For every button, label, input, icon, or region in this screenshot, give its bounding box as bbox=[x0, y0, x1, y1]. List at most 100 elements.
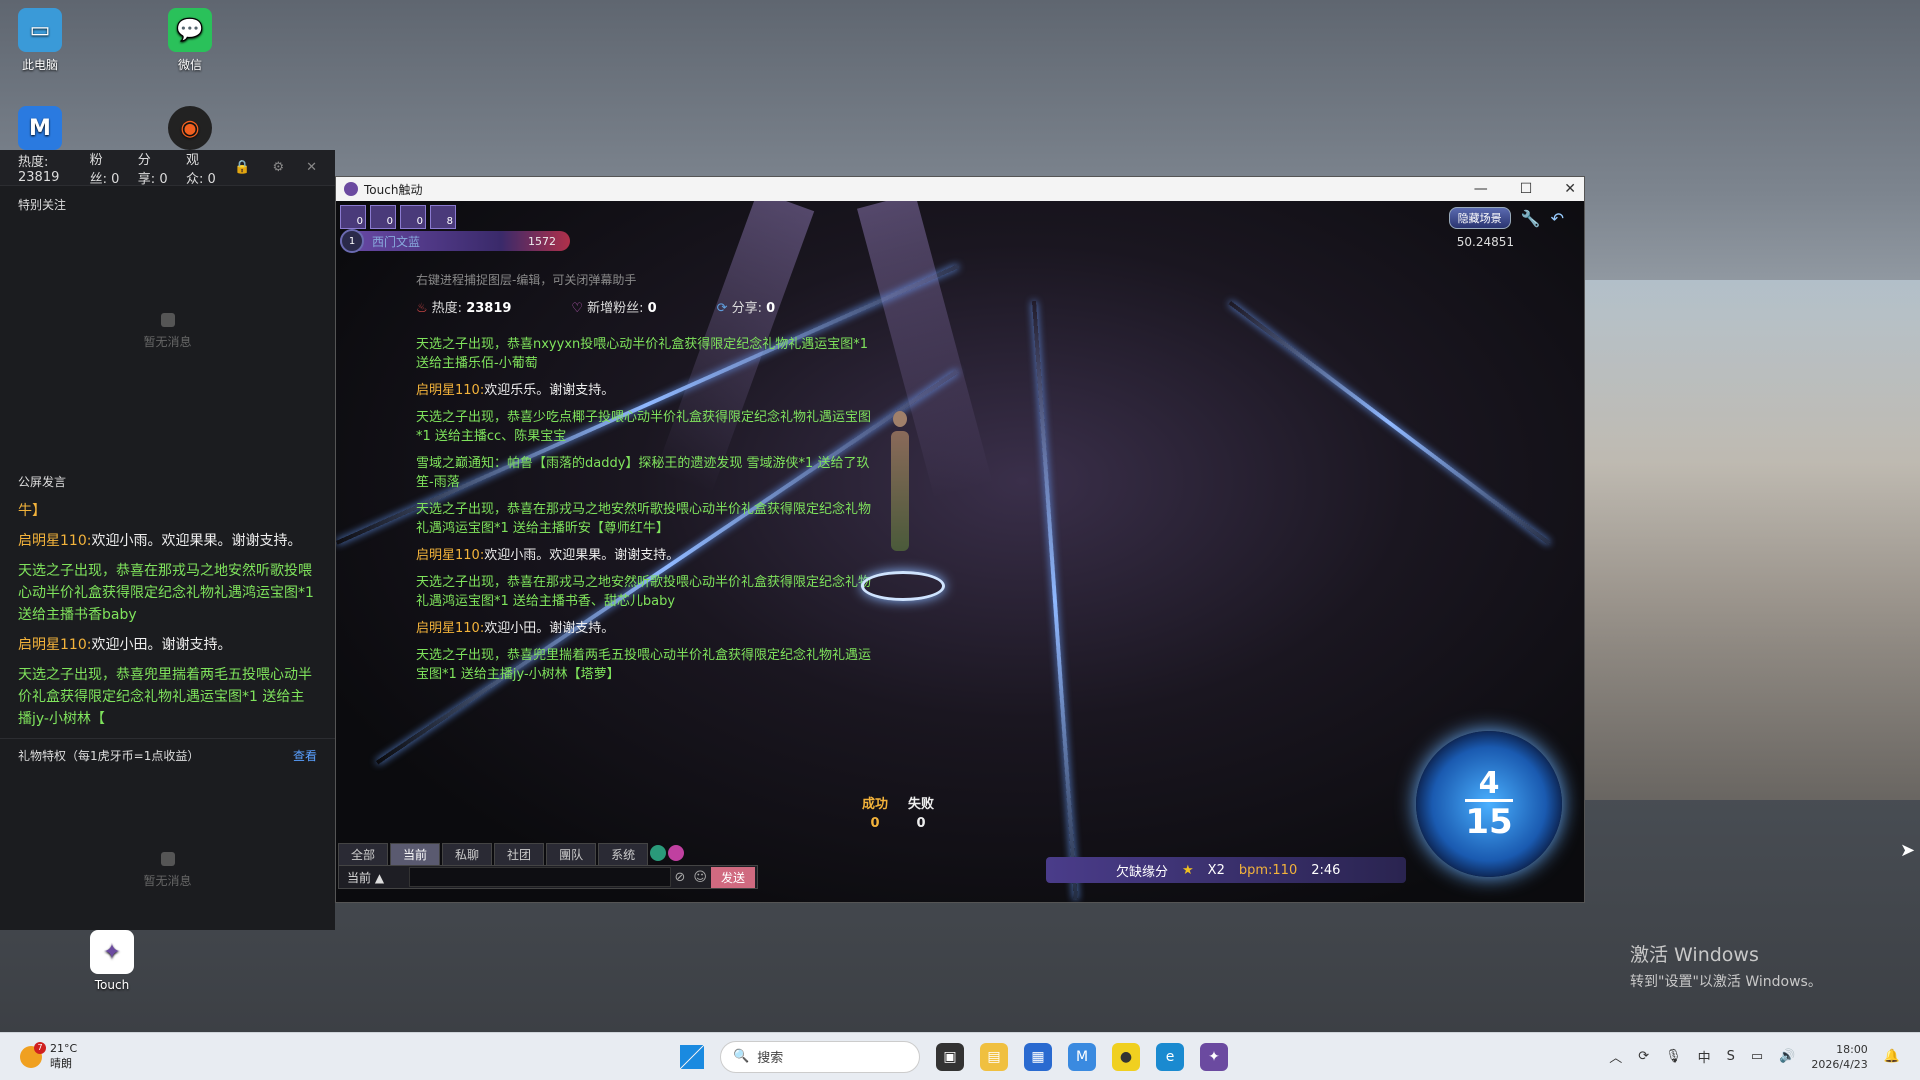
network-icon[interactable]: ▭ bbox=[1751, 1049, 1763, 1064]
wrench-icon[interactable]: 🔧 bbox=[1521, 209, 1541, 228]
weather-widget[interactable]: 7 21°C 晴朗 bbox=[20, 1041, 77, 1071]
window-titlebar[interactable]: Touch触动 — ☐ ✕ bbox=[336, 177, 1584, 201]
player-score: 1572 bbox=[528, 234, 556, 248]
minimize-icon[interactable]: — bbox=[1474, 181, 1488, 197]
emoji-green-icon[interactable] bbox=[650, 845, 667, 861]
heat-label: 热度: bbox=[18, 154, 49, 170]
edge-icon[interactable]: e bbox=[1156, 1042, 1184, 1071]
task-view-icon[interactable]: ▣ bbox=[936, 1042, 964, 1071]
tab-system[interactable]: 系统 bbox=[598, 843, 649, 866]
lock-icon[interactable]: 🔒 bbox=[234, 160, 250, 175]
chat-message: 启明星110:欢迎小田。谢谢支持。 bbox=[416, 619, 876, 638]
song-info-bar: 欠缺缘分 ★ X2 bpm:110 2:46 bbox=[1046, 857, 1406, 883]
stage-top-right-controls: 隐藏场景 🔧 ↶ bbox=[1448, 207, 1564, 229]
chat-sender: 启明星110: bbox=[416, 548, 485, 563]
desktop-icon-wechat[interactable]: 💬 微信 bbox=[150, 8, 230, 73]
tab-current[interactable]: 当前 bbox=[390, 843, 441, 866]
star-icon: ★ bbox=[1182, 862, 1194, 878]
viewers-value: 0 bbox=[207, 171, 216, 187]
taskbar: 7 21°C 晴朗 🔍 搜索 ▣ ▤ ▦ M ● e ✦ ︿ ⟳ 🎙 中 S ▭… bbox=[0, 1032, 1920, 1080]
taskbar-apps: 🔍 搜索 ▣ ▤ ▦ M ● e ✦ bbox=[680, 1040, 1228, 1073]
app-yellow-icon[interactable]: ● bbox=[1112, 1042, 1140, 1071]
empty-text: 暂无消息 bbox=[143, 335, 192, 349]
chat-scope-select[interactable]: 当前 ▲ bbox=[339, 869, 409, 886]
close-icon[interactable]: ✕ bbox=[1564, 181, 1576, 197]
chat-message: 天选之子出现，恭喜少吃点椰子投喂心动半价礼盒获得限定纪念礼物礼遇运宝图*1 送给… bbox=[416, 410, 872, 444]
success-label: 成功 bbox=[862, 797, 889, 812]
chat-text: 欢迎小雨。欢迎果果。谢谢支持。 bbox=[91, 533, 302, 549]
store-icon[interactable]: ▦ bbox=[1024, 1042, 1052, 1071]
special-follow-title: 特别关注 bbox=[18, 198, 67, 212]
dancer-ring bbox=[861, 571, 945, 601]
chat-input[interactable] bbox=[409, 867, 671, 887]
chat-message: 雪域之巅通知：帕鲁【雨落的daddy】探秘王的遗迹发现 雪域游侠*1 送给了玖笙… bbox=[416, 456, 870, 490]
chat-text: 欢迎小雨。欢迎果果。谢谢支持。 bbox=[484, 548, 680, 563]
chat-message: 天选之子出现，恭喜在那戎马之地安然听歌投喂心动半价礼盒获得限定纪念礼物礼遇鸿运宝… bbox=[416, 502, 872, 536]
weather-text: 21°C 晴朗 bbox=[50, 1042, 77, 1071]
song-name: 欠缺缘分 bbox=[1116, 864, 1169, 880]
chat-sender: 启明星110: bbox=[416, 621, 485, 636]
tab-all[interactable]: 全部 bbox=[338, 843, 389, 866]
clock[interactable]: 18:00 2026/4/23 bbox=[1811, 1042, 1867, 1072]
special-follow-empty: 暂无消息 bbox=[0, 313, 335, 463]
song-time: 2:46 bbox=[1311, 862, 1341, 878]
emoji-pink-icon[interactable] bbox=[668, 845, 685, 861]
fans-value: 0 bbox=[111, 171, 120, 187]
back-icon[interactable]: ↶ bbox=[1551, 209, 1564, 228]
file-explorer-icon[interactable]: ▤ bbox=[980, 1042, 1008, 1071]
desktop-icon-app-m[interactable]: M bbox=[0, 106, 80, 154]
player-level: 1 bbox=[340, 229, 364, 253]
coordinate-readout: 50.24851 bbox=[1456, 235, 1514, 249]
hide-scene-button[interactable]: 隐藏场景 bbox=[1448, 207, 1511, 229]
overlay-chat: 天选之子出现，恭喜nxyyxn投喂心动半价礼盒获得限定纪念礼物礼遇运宝图*1 送… bbox=[416, 335, 876, 692]
desktop-icon-label: 此电脑 bbox=[21, 58, 58, 72]
search-icon: 🔍 bbox=[733, 1049, 750, 1064]
desktop-icon-label: Touch bbox=[94, 978, 130, 992]
chat-message: 天选之子出现，恭喜兜里揣着两毛五投喂心动半价礼盒获得限定纪念礼物礼遇运宝图*1 … bbox=[18, 667, 312, 727]
badge: 0 bbox=[400, 205, 426, 229]
heat-label: 热度: bbox=[431, 301, 463, 316]
badge: 0 bbox=[370, 205, 396, 229]
weather-badge: 7 bbox=[34, 1041, 46, 1054]
volume-icon[interactable]: 🔊 bbox=[1779, 1049, 1795, 1064]
tab-club[interactable]: 社团 bbox=[494, 843, 545, 866]
app-m-taskbar-icon[interactable]: M bbox=[1068, 1042, 1096, 1071]
close-icon[interactable]: ✕ bbox=[306, 160, 317, 175]
touch-taskbar-icon[interactable]: ✦ bbox=[1200, 1042, 1228, 1071]
desktop-icon-label: 微信 bbox=[177, 58, 202, 72]
gear-icon[interactable]: ⚙ bbox=[272, 160, 284, 175]
search-placeholder: 搜索 bbox=[757, 1051, 784, 1066]
desktop-icon-touch[interactable]: ✦ Touch bbox=[72, 930, 152, 992]
fans-stat: ♡ 新增粉丝: 0 bbox=[571, 297, 656, 316]
microphone-icon[interactable]: 🎙 bbox=[1665, 1049, 1682, 1064]
ime-icon[interactable]: 中 bbox=[1698, 1047, 1711, 1066]
badge: 8 bbox=[430, 205, 456, 229]
gift-view-link[interactable]: 查看 bbox=[293, 747, 317, 764]
song-bpm: bpm:110 bbox=[1238, 862, 1298, 878]
success-col: 成功 0 bbox=[862, 793, 888, 831]
app-m-icon: M bbox=[18, 106, 62, 150]
taskbar-search[interactable]: 🔍 搜索 bbox=[720, 1040, 920, 1073]
windows-start-icon[interactable] bbox=[680, 1044, 704, 1069]
chat-message: 启明星110:欢迎乐乐。谢谢支持。 bbox=[416, 381, 876, 400]
share-value: 0 bbox=[766, 301, 776, 316]
send-button[interactable]: 发送 bbox=[710, 866, 755, 888]
notification-icon[interactable]: 🔔 bbox=[1884, 1049, 1900, 1064]
maximize-icon[interactable]: ☐ bbox=[1520, 181, 1533, 197]
sync-icon[interactable]: ⟳ bbox=[1638, 1049, 1649, 1064]
no-icon[interactable]: ⊘ bbox=[671, 870, 690, 885]
tab-private[interactable]: 私聊 bbox=[442, 843, 493, 866]
desktop-icon-this-pc[interactable]: ▭ 此电脑 bbox=[0, 8, 80, 73]
app-tray-icon[interactable]: S bbox=[1727, 1049, 1735, 1064]
desktop-wallpaper-beach bbox=[1585, 280, 1920, 800]
smiley-icon[interactable]: ☺ bbox=[689, 870, 711, 885]
gift-empty: 暂无消息 bbox=[0, 852, 335, 889]
tab-team[interactable]: 團队 bbox=[546, 843, 597, 866]
game-stage[interactable]: 0 0 0 8 1 西门文蓝 1572 右键进程捕捉图层-编辑，可关闭弹幕助手 … bbox=[336, 201, 1584, 902]
viewers-stat: 观众: 0 bbox=[186, 149, 216, 187]
activation-subtitle: 转到"设置"以激活 Windows。 bbox=[1630, 974, 1822, 990]
chevron-up-icon[interactable]: ︿ bbox=[1609, 1047, 1622, 1066]
public-chat-list: 牛】 启明星110:欢迎小雨。欢迎果果。谢谢支持。 天选之子出现，恭喜在那戎马之… bbox=[0, 500, 335, 730]
chat-text: 欢迎小田。谢谢支持。 bbox=[484, 621, 615, 636]
desktop-icon-recorder[interactable]: ◉ bbox=[150, 106, 230, 154]
